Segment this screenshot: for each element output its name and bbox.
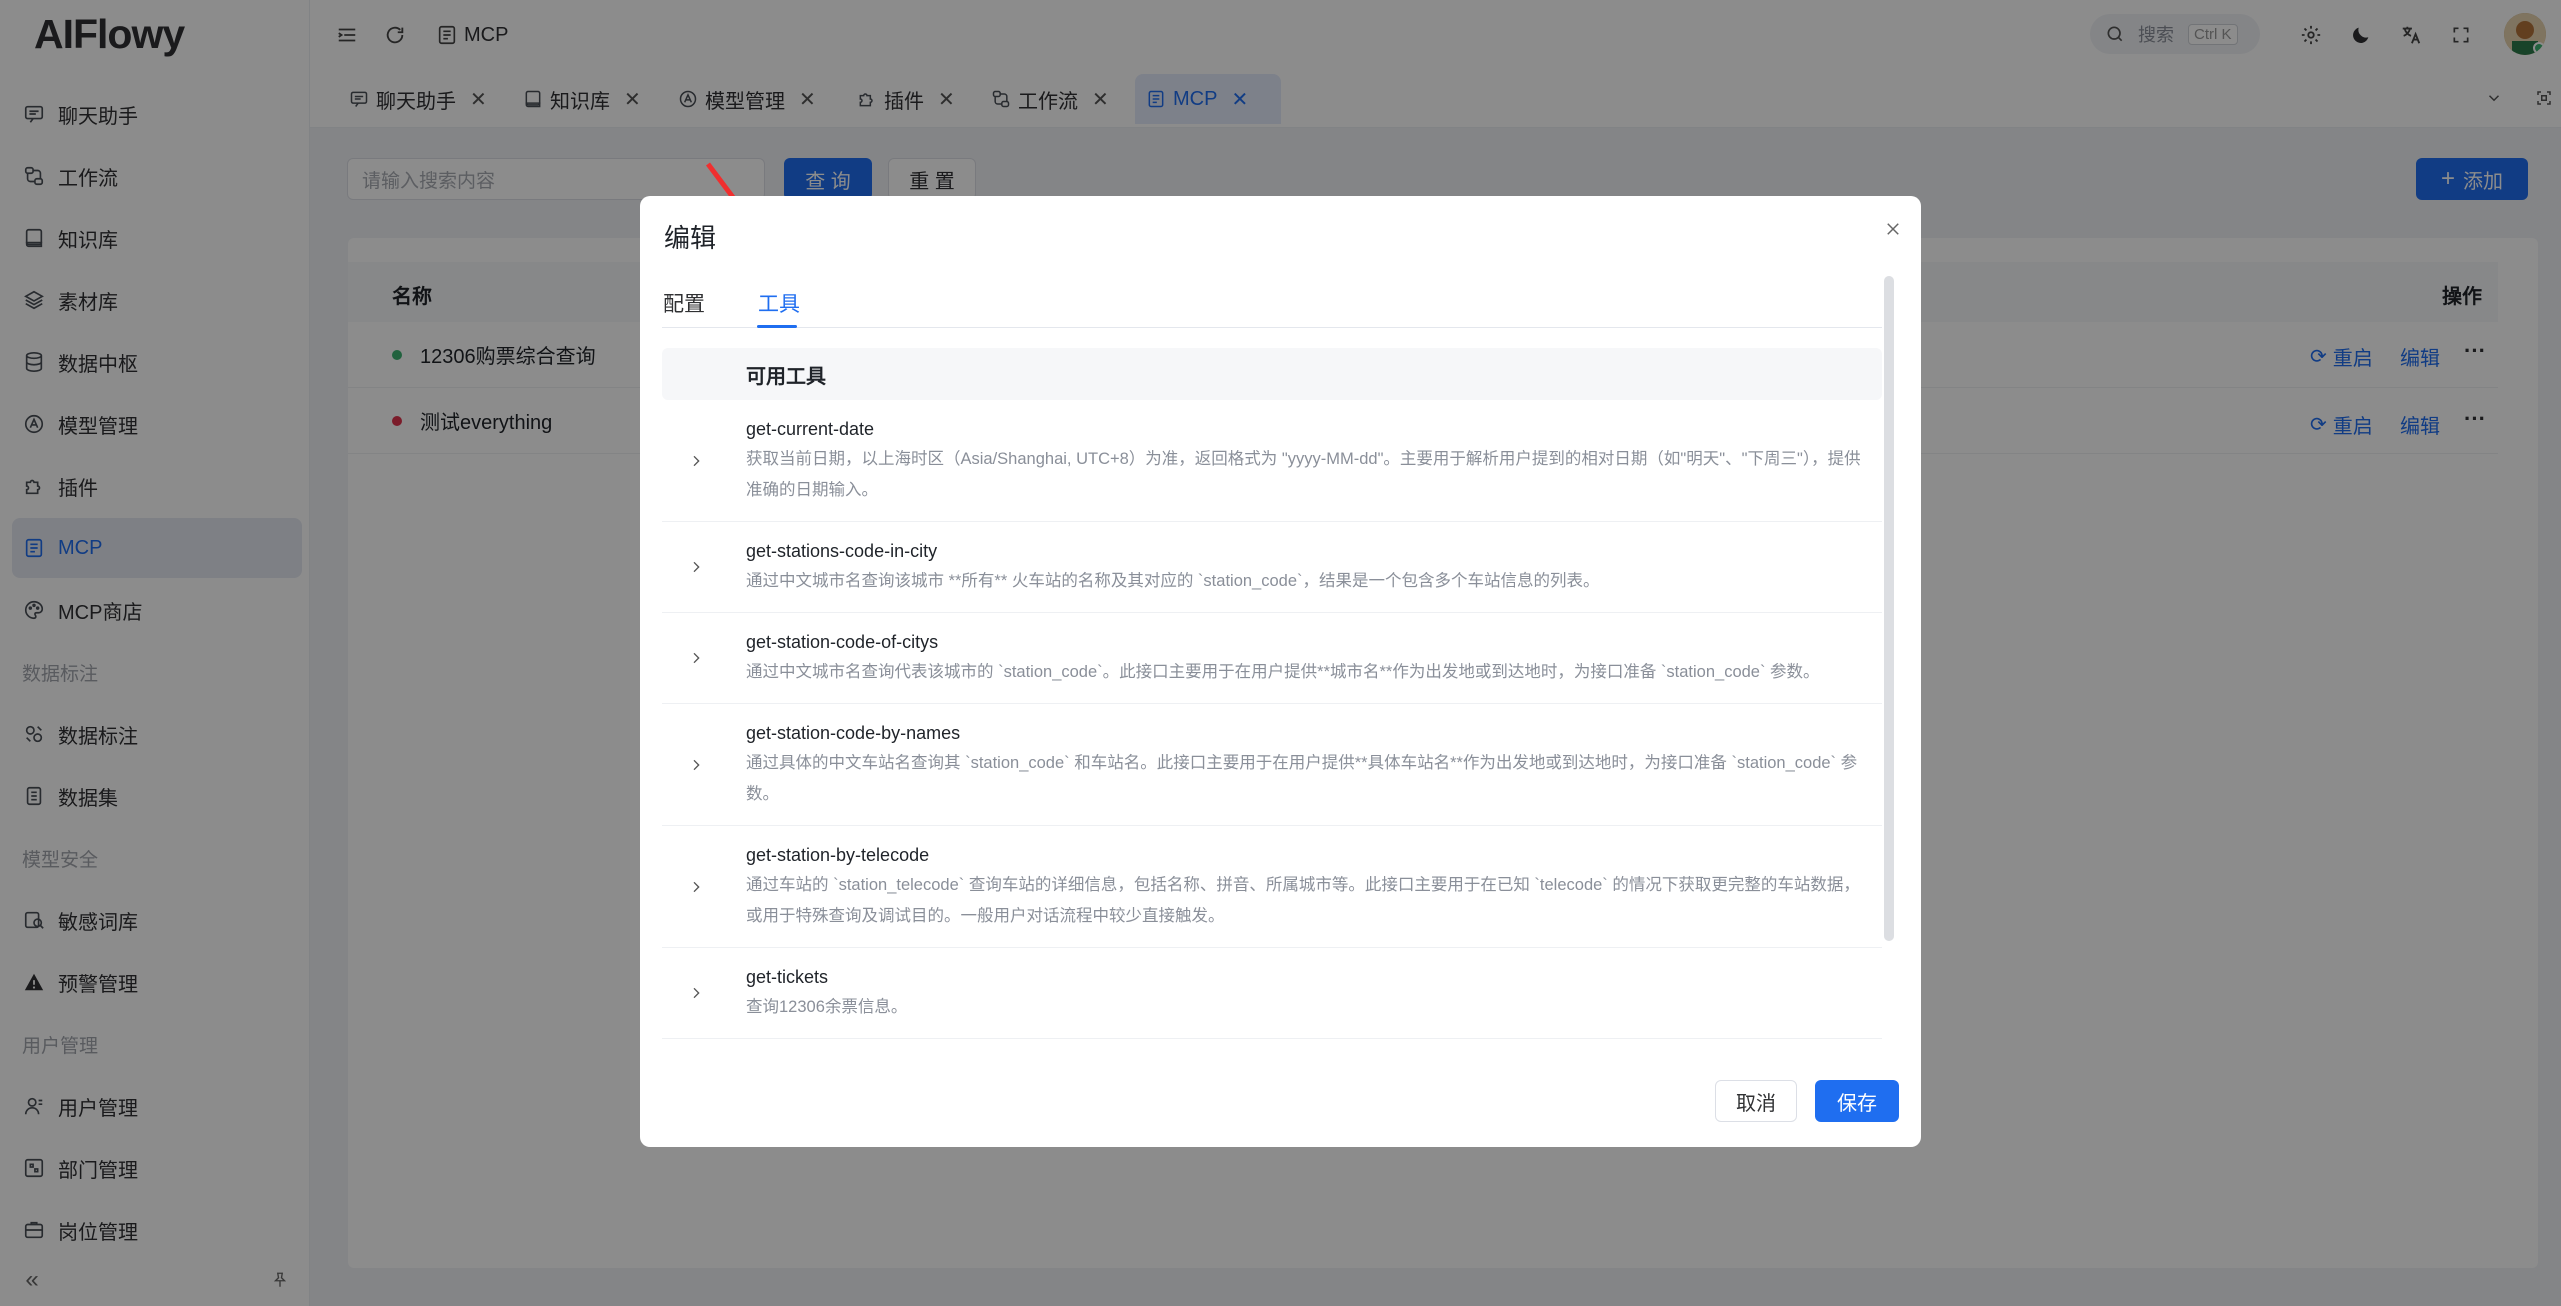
tools-table-header: 可用工具: [662, 348, 1882, 400]
tool-name: get-interline-tickets: [746, 1055, 1862, 1056]
tab-config[interactable]: 配置: [663, 288, 705, 318]
tool-description: 通过中文城市名查询该城市 **所有** 火车站的名称及其对应的 `station…: [746, 572, 1600, 590]
chevron-right-icon[interactable]: [684, 646, 708, 670]
edit-dialog: 编辑 配置 工具 可用工具 get-current-date 获取当前日期，以上…: [640, 196, 1921, 1147]
tools-header-label: 可用工具: [746, 365, 826, 388]
tool-row[interactable]: get-current-date 获取当前日期，以上海时区（Asia/Shang…: [662, 400, 1882, 522]
scrollbar-thumb[interactable]: [1884, 276, 1894, 941]
tool-description: 通过具体的中文车站名查询其 `station_code` 和车站名。此接口主要用…: [746, 754, 1858, 803]
tool-row[interactable]: get-tickets 查询12306余票信息。: [662, 948, 1882, 1039]
close-icon[interactable]: [1878, 214, 1908, 244]
tool-name: get-station-code-of-citys: [746, 632, 939, 652]
tool-description: 查询12306余票信息。: [746, 998, 908, 1016]
chevron-right-icon[interactable]: [684, 449, 708, 473]
cancel-label: 取消: [1736, 1092, 1776, 1115]
tool-row[interactable]: get-stations-code-in-city 通过中文城市名查询该城市 *…: [662, 522, 1882, 613]
save-button[interactable]: 保存: [1815, 1080, 1899, 1122]
tabs-divider: [662, 327, 1882, 328]
tool-description: 获取当前日期，以上海时区（Asia/Shanghai, UTC+8）为准，返回格…: [746, 450, 1861, 499]
tool-description: 通过中文城市名查询代表该城市的 `station_code`。此接口主要用于在用…: [746, 663, 1820, 681]
chevron-right-icon[interactable]: [684, 981, 708, 1005]
tool-row[interactable]: get-station-code-by-names 通过具体的中文车站名查询其 …: [662, 704, 1882, 826]
tool-row[interactable]: get-station-by-telecode 通过车站的 `station_t…: [662, 826, 1882, 948]
tool-name: get-current-date: [746, 419, 875, 439]
tool-name: get-station-by-telecode: [746, 845, 930, 865]
tools-list[interactable]: 可用工具 get-current-date 获取当前日期，以上海时区（Asia/…: [662, 348, 1882, 1056]
tool-row[interactable]: get-interline-tickets: [662, 1039, 1882, 1056]
tool-name: get-stations-code-in-city: [746, 541, 938, 561]
tool-row[interactable]: get-station-code-of-citys 通过中文城市名查询代表该城市…: [662, 613, 1882, 704]
tool-name: get-tickets: [746, 967, 829, 987]
chevron-right-icon[interactable]: [684, 875, 708, 899]
chevron-right-icon[interactable]: [684, 753, 708, 777]
dialog-title: 编辑: [664, 223, 717, 253]
active-tab-indicator: [757, 325, 797, 328]
tab-tools[interactable]: 工具: [758, 288, 800, 318]
tool-description: 通过车站的 `station_telecode` 查询车站的详细信息，包括名称、…: [746, 876, 1860, 925]
save-label: 保存: [1837, 1092, 1877, 1115]
tool-name: get-station-code-by-names: [746, 723, 961, 743]
chevron-right-icon[interactable]: [684, 555, 708, 579]
cancel-button[interactable]: 取消: [1715, 1080, 1797, 1122]
